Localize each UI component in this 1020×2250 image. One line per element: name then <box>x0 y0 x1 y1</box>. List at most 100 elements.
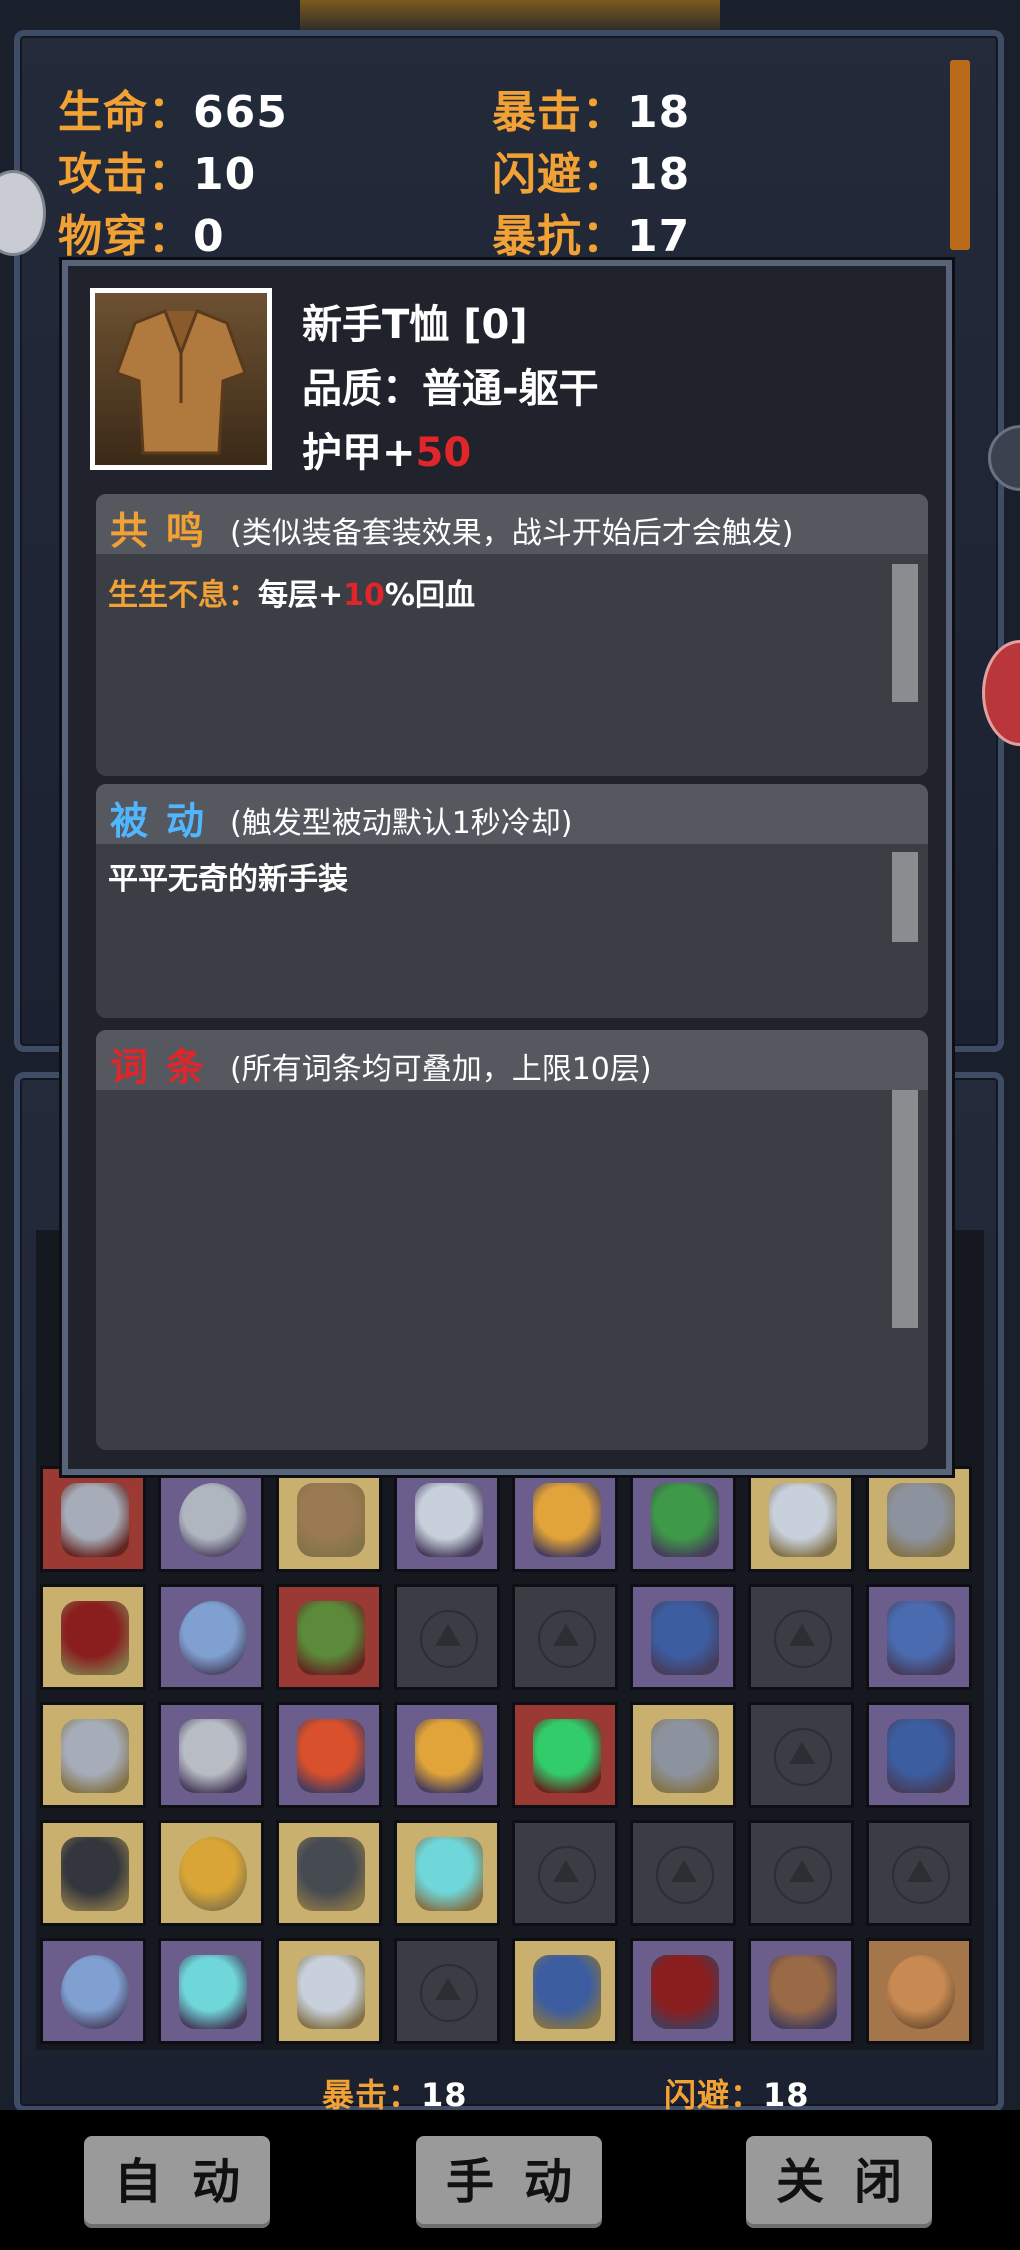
inventory-slot-empty[interactable] <box>866 1820 972 1926</box>
passive-subtitle: (触发型被动默认1秒冷却) <box>230 806 573 841</box>
item-name: 新手T恤 [0] <box>302 302 528 348</box>
item-detail-popup: 新手T恤 [0] 品质：普通-躯干 护甲+50 共鸣 (类似装备套装效果，战斗开… <box>62 260 952 1475</box>
claw-gauntlet-icon <box>61 1719 129 1793</box>
sword-icon <box>769 1483 837 1557</box>
green-amulet-icon <box>533 1719 601 1793</box>
inventory-slot[interactable] <box>866 1702 972 1808</box>
inventory-slot[interactable] <box>158 1702 264 1808</box>
bronze-ring-icon <box>887 1955 955 2029</box>
stat-penetration: 物穿：0 <box>58 211 225 262</box>
boot-icon <box>651 1719 719 1793</box>
inventory-slot-empty[interactable] <box>512 1584 618 1690</box>
inventory-slot-empty[interactable] <box>630 1820 736 1926</box>
item-armor: 护甲+50 <box>302 430 472 476</box>
empty-slot-icon <box>538 1610 596 1668</box>
spiked-helmet-icon <box>297 1837 365 1911</box>
inventory-slot[interactable] <box>866 1584 972 1690</box>
inventory-slot-empty[interactable] <box>748 1584 854 1690</box>
empty-slot-icon <box>892 1846 950 1904</box>
inventory-slot-empty[interactable] <box>394 1584 500 1690</box>
sword-icon <box>297 1955 365 2029</box>
resonance-section: 共鸣 (类似装备套装效果，战斗开始后才会触发) 生生不息：每层+10%回血 <box>96 494 928 776</box>
inventory-slot[interactable] <box>630 1702 736 1808</box>
inventory-slot-empty[interactable] <box>748 1820 854 1926</box>
red-cloak-icon <box>651 1955 719 2029</box>
chainmail-icon <box>297 1483 365 1557</box>
inventory-slot[interactable] <box>630 1466 736 1572</box>
blue-gem-ring-icon <box>61 1955 129 2029</box>
inventory-slot[interactable] <box>158 1466 264 1572</box>
empty-slot-icon <box>774 1610 832 1668</box>
inventory-slot[interactable] <box>512 1938 618 2044</box>
passive-section: 被动 (触发型被动默认1秒冷却) 平平无奇的新手装 <box>96 784 928 1018</box>
inventory-slot[interactable] <box>512 1466 618 1572</box>
affix-title: 词条 <box>110 1045 223 1089</box>
empty-slot-icon <box>420 1610 478 1668</box>
blue-tunic-icon <box>651 1601 719 1675</box>
stats-scrollbar[interactable] <box>950 60 970 250</box>
ring-icon <box>179 1483 247 1557</box>
fire-wand-icon <box>297 1719 365 1793</box>
passive-title: 被动 <box>110 799 223 843</box>
crystal-wand-icon <box>179 1955 247 2029</box>
blue-tunic-icon <box>533 1955 601 2029</box>
inventory-slot-empty[interactable] <box>748 1702 854 1808</box>
passive-scrollbar[interactable] <box>892 852 918 942</box>
inventory-slot[interactable] <box>748 1466 854 1572</box>
claw-gauntlet-icon <box>61 1483 129 1557</box>
close-button[interactable]: 关闭 <box>746 2136 932 2228</box>
inventory-slot[interactable] <box>158 1820 264 1926</box>
leather-pants-icon <box>769 1955 837 2029</box>
passive-text: 平平无奇的新手装 <box>108 862 348 897</box>
inventory-slot[interactable] <box>394 1702 500 1808</box>
inventory-slot-empty[interactable] <box>512 1820 618 1926</box>
inventory-slot[interactable] <box>40 1702 146 1808</box>
auto-button[interactable]: 自动 <box>84 2136 270 2228</box>
empty-slot-icon <box>774 1728 832 1786</box>
affix-scrollbar[interactable] <box>892 1090 918 1328</box>
inventory-slot[interactable] <box>40 1938 146 2044</box>
inventory-slot[interactable] <box>158 1584 264 1690</box>
green-hood-icon <box>297 1601 365 1675</box>
inventory-slot[interactable] <box>512 1702 618 1808</box>
affix-subtitle: (所有词条均可叠加，上限10层) <box>230 1052 652 1087</box>
blue-tunic-icon <box>887 1719 955 1793</box>
sword-icon <box>415 1483 483 1557</box>
inventory-slot-empty[interactable] <box>394 1938 500 2044</box>
blue-boot-icon <box>887 1601 955 1675</box>
inventory-slot[interactable] <box>276 1820 382 1926</box>
affix-section: 词条 (所有词条均可叠加，上限10层) <box>96 1030 928 1450</box>
battle-axe-icon <box>179 1719 247 1793</box>
green-armor-icon <box>651 1483 719 1557</box>
stat-attack: 攻击：10 <box>58 149 257 200</box>
resonance-subtitle: (类似装备套装效果，战斗开始后才会触发) <box>230 516 794 551</box>
inventory-slot[interactable] <box>276 1466 382 1572</box>
inventory-slot[interactable] <box>866 1938 972 2044</box>
inventory-slot[interactable] <box>630 1584 736 1690</box>
stat-hp: 生命：665 <box>58 87 288 138</box>
inventory-slot[interactable] <box>40 1584 146 1690</box>
inventory-slot[interactable] <box>276 1702 382 1808</box>
inventory-slot[interactable] <box>276 1938 382 2044</box>
item-icon-frame <box>90 288 272 470</box>
inventory-slot[interactable] <box>276 1584 382 1690</box>
stat-crit: 暴击：18 <box>492 87 691 138</box>
glove-icon <box>533 1483 601 1557</box>
resonance-title: 共鸣 <box>110 509 223 553</box>
inventory-slot[interactable] <box>866 1466 972 1572</box>
resonance-scrollbar[interactable] <box>892 564 918 702</box>
stat-crit-resist: 暴抗：17 <box>492 211 691 262</box>
gold-ring-icon <box>179 1837 247 1911</box>
knight-helmet-icon <box>61 1837 129 1911</box>
manual-button[interactable]: 手动 <box>416 2136 602 2228</box>
empty-slot-icon <box>656 1846 714 1904</box>
inventory-slot[interactable] <box>394 1466 500 1572</box>
inventory-slot[interactable] <box>630 1938 736 2044</box>
inventory-slot[interactable] <box>40 1466 146 1572</box>
stat-dodge: 闪避：18 <box>492 149 691 200</box>
inventory-slot[interactable] <box>158 1938 264 2044</box>
tshirt-icon <box>95 293 267 465</box>
inventory-slot[interactable] <box>40 1820 146 1926</box>
inventory-slot[interactable] <box>394 1820 500 1926</box>
inventory-slot[interactable] <box>748 1938 854 2044</box>
